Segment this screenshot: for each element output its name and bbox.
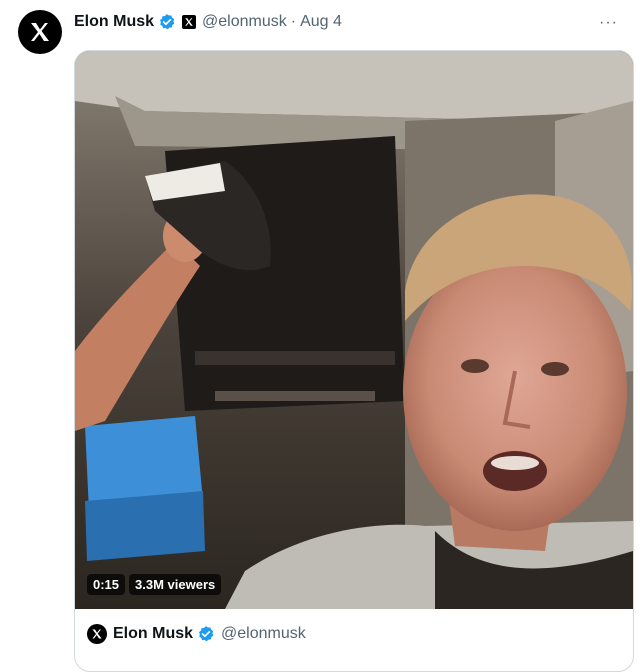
verified-badge-icon bbox=[158, 13, 176, 31]
author-handle[interactable]: @elonmusk bbox=[202, 13, 287, 31]
quoted-author-handle: @elonmusk bbox=[221, 625, 306, 642]
video-overlay: 0:15 3.3M viewers bbox=[87, 574, 222, 595]
media-card: 0:15 3.3M viewers Elon Musk @elonmusk bbox=[74, 50, 634, 672]
x-logo-icon bbox=[31, 23, 49, 41]
affiliate-x-icon bbox=[182, 15, 197, 29]
author-avatar[interactable] bbox=[18, 10, 62, 54]
post-header: Elon Musk @elonmusk · Aug 4 ··· bbox=[74, 10, 626, 34]
separator-dot: · bbox=[290, 13, 297, 30]
x-logo-icon bbox=[92, 629, 102, 639]
quoted-verified-badge-icon bbox=[197, 625, 215, 643]
video-frame bbox=[75, 51, 633, 609]
quoted-author-avatar bbox=[87, 624, 107, 644]
more-options-icon[interactable]: ··· bbox=[599, 14, 618, 32]
post-date[interactable]: Aug 4 bbox=[300, 13, 342, 31]
quoted-post-header[interactable]: Elon Musk @elonmusk bbox=[75, 609, 633, 659]
quoted-author-name: Elon Musk bbox=[113, 625, 194, 642]
video-viewer-count: 3.3M viewers bbox=[129, 574, 222, 595]
video-elapsed-time: 0:15 bbox=[87, 574, 126, 595]
author-name[interactable]: Elon Musk bbox=[74, 13, 154, 31]
video-player[interactable]: 0:15 3.3M viewers bbox=[75, 51, 633, 609]
